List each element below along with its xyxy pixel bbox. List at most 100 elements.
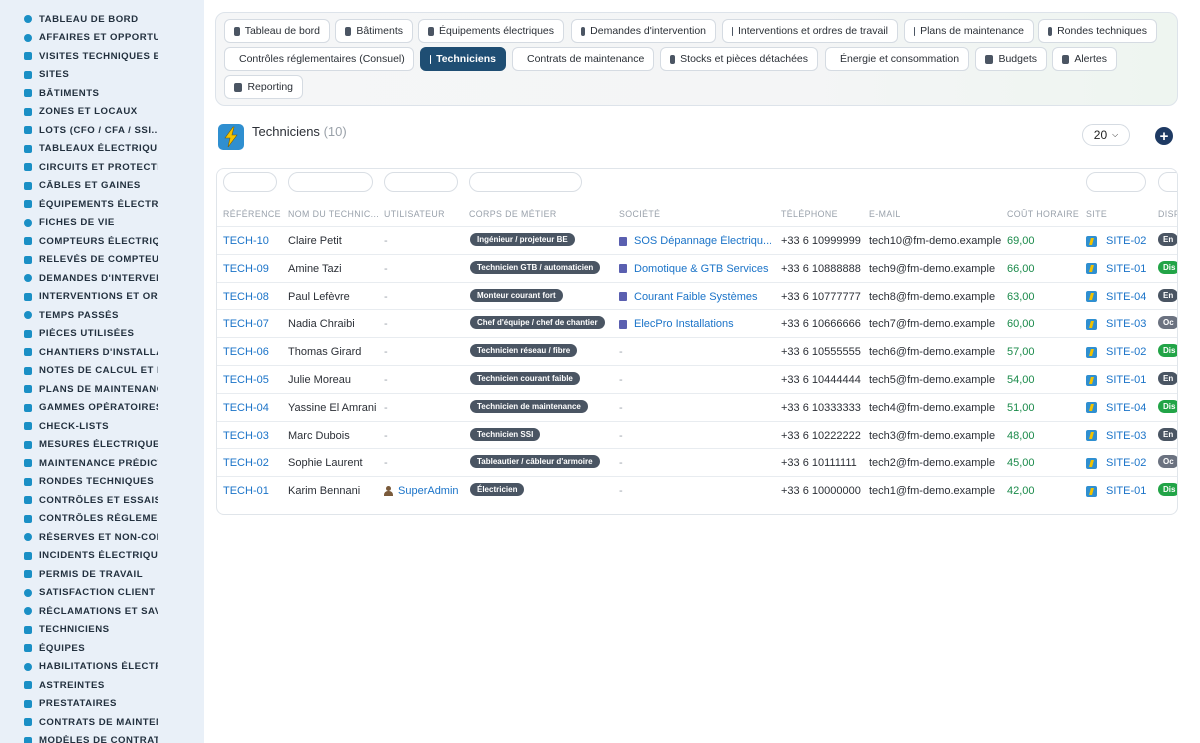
sidebar-item[interactable]: PRESTATAIRES — [0, 695, 158, 714]
site-link[interactable]: SITE-04 — [1086, 291, 1146, 303]
site-link[interactable]: SITE-04 — [1086, 402, 1146, 414]
sidebar-item[interactable]: CHANTIERS D'INSTALLAT — [0, 343, 158, 362]
site-link[interactable]: SITE-02 — [1086, 346, 1146, 358]
sidebar-item[interactable]: MESURES ÉLECTRIQUES — [0, 436, 158, 455]
company-link[interactable]: Courant Faible Systèmes — [619, 291, 771, 303]
table-row[interactable]: TECH-09 Amine Tazi - Technicien GTB / autom… — [217, 253, 1177, 282]
tab[interactable]: Contrôles réglementaires (Consuel) — [224, 47, 414, 71]
table-row[interactable]: TECH-05 Julie Moreau - Technicien courant f… — [217, 365, 1177, 393]
column-header[interactable]: NOM DU TECHNIC... — [288, 209, 378, 219]
table-row[interactable]: TECH-04 Yassine El Amrani - Technicien de m… — [217, 392, 1177, 421]
sidebar-item[interactable]: RÉSERVES ET NON-CONF — [0, 528, 158, 547]
table-row[interactable]: TECH-08 Paul Lefèvre - Monteur courant fort… — [217, 281, 1177, 310]
sidebar-item[interactable]: PIÈCES UTILISÉES — [0, 325, 158, 344]
site-link[interactable]: SITE-03 — [1086, 430, 1146, 442]
sidebar-item[interactable]: INCIDENTS ÉLECTRIQUES — [0, 547, 158, 566]
sidebar-item[interactable]: AFFAIRES ET OPPORTUN — [0, 29, 158, 48]
sidebar-item[interactable]: DEMANDES D'INTERVENT — [0, 269, 158, 288]
sidebar-item[interactable]: COMPTEURS ÉLECTRIQU — [0, 232, 158, 251]
reference-link[interactable]: TECH-05 — [223, 374, 269, 386]
sidebar-item[interactable]: PLANS DE MAINTENANCE — [0, 380, 158, 399]
sidebar-item[interactable]: NOTES DE CALCUL ET ÉT — [0, 362, 158, 381]
sidebar-item[interactable]: RELEVÉS DE COMPTEURS — [0, 251, 158, 270]
site-link[interactable]: SITE-01 — [1086, 374, 1146, 386]
filter-corps-input[interactable] — [469, 172, 582, 192]
tab[interactable]: Interventions et ordres de travail — [722, 19, 898, 43]
tab[interactable]: Tableau de bord — [224, 19, 330, 43]
site-link[interactable]: SITE-02 — [1086, 235, 1146, 247]
site-link[interactable]: SITE-01 — [1086, 263, 1146, 275]
sidebar-item[interactable]: ZONES ET LOCAUX — [0, 103, 158, 122]
sidebar-item[interactable]: CONTRÔLES ET ESSAIS — [0, 491, 158, 510]
sidebar-item[interactable]: ÉQUIPES — [0, 639, 158, 658]
sidebar-item[interactable]: CHECK-LISTS — [0, 417, 158, 436]
reference-link[interactable]: TECH-08 — [223, 291, 269, 303]
tab[interactable]: Reporting — [224, 75, 303, 99]
per-page-select[interactable]: 20 ⌵ — [1082, 124, 1130, 146]
sidebar-item[interactable]: LOTS (CFO / CFA / SSI...) — [0, 121, 158, 140]
reference-link[interactable]: TECH-02 — [223, 457, 269, 469]
site-link[interactable]: SITE-02 — [1086, 457, 1146, 469]
company-link[interactable]: SOS Dépannage Électriqu... — [619, 235, 771, 247]
tab[interactable]: Bâtiments — [335, 19, 413, 43]
sidebar-item[interactable]: TABLEAUX ÉLECTRIQUES — [0, 140, 158, 159]
sidebar-item[interactable]: CIRCUITS ET PROTECTIO — [0, 158, 158, 177]
table-row[interactable]: TECH-01 Karim Bennani SuperAdmin Électricie… — [217, 476, 1177, 504]
column-header[interactable]: CORPS DE MÉTIER — [469, 209, 557, 219]
sidebar-item[interactable]: PERMIS DE TRAVAIL — [0, 565, 158, 584]
sidebar-item[interactable]: TEMPS PASSÉS — [0, 306, 158, 325]
add-technician-button[interactable]: + — [1155, 127, 1173, 145]
reference-link[interactable]: TECH-06 — [223, 346, 269, 358]
sidebar-item[interactable]: CONTRÔLES RÉGLEMENT — [0, 510, 158, 529]
tab[interactable]: Stocks et pièces détachées — [660, 47, 818, 71]
tab[interactable]: Demandes d'intervention — [571, 19, 716, 43]
column-header[interactable]: E-MAIL — [869, 209, 901, 219]
user-link[interactable]: SuperAdmin — [384, 485, 459, 497]
sidebar-item[interactable]: MODÈLES DE CONTRATS — [0, 732, 158, 743]
tab[interactable]: Alertes — [1052, 47, 1117, 71]
filter-utilisateur-input[interactable] — [384, 172, 458, 192]
sidebar-item[interactable]: CONTRATS DE MAINTENA — [0, 713, 158, 732]
column-header[interactable]: DISP — [1158, 209, 1177, 219]
table-row[interactable]: TECH-10 Claire Petit - Ingénieur / projeteu… — [217, 226, 1177, 254]
reference-link[interactable]: TECH-04 — [223, 402, 269, 414]
sidebar-item[interactable]: BÂTIMENTS — [0, 84, 158, 103]
sidebar-item[interactable]: RONDES TECHNIQUES — [0, 473, 158, 492]
filter-reference-input[interactable] — [223, 172, 277, 192]
filter-site-input[interactable] — [1086, 172, 1146, 192]
sidebar-item[interactable]: HABILITATIONS ÉLECTRI — [0, 658, 158, 677]
sidebar-item[interactable]: TABLEAU DE BORD — [0, 10, 158, 29]
sidebar-item[interactable]: RÉCLAMATIONS ET SAV — [0, 602, 158, 621]
reference-link[interactable]: TECH-03 — [223, 430, 269, 442]
tab[interactable]: Énergie et consommation — [825, 47, 969, 71]
column-header[interactable]: TÉLÉPHONE — [781, 209, 838, 219]
table-row[interactable]: TECH-07 Nadia Chraibi - Chef d'équipe / che… — [217, 309, 1177, 337]
filter-nom-input[interactable] — [288, 172, 373, 192]
table-row[interactable]: TECH-06 Thomas Girard - Technicien réseau /… — [217, 337, 1177, 365]
column-header[interactable]: UTILISATEUR — [384, 209, 445, 219]
column-header[interactable]: SITE — [1086, 209, 1107, 219]
reference-link[interactable]: TECH-10 — [223, 235, 269, 247]
column-header[interactable]: RÉFÉRENCE — [223, 209, 281, 219]
company-link[interactable]: ElecPro Installations — [619, 318, 771, 330]
reference-link[interactable]: TECH-07 — [223, 318, 269, 330]
sidebar-item[interactable]: ÉQUIPEMENTS ÉLECTRIQ — [0, 195, 158, 214]
sidebar-item[interactable]: SATISFACTION CLIENT — [0, 584, 158, 603]
sidebar-item[interactable]: GAMMES OPÉRATOIRES — [0, 399, 158, 418]
sidebar-item[interactable]: VISITES TECHNIQUES ET — [0, 47, 158, 66]
filter-disponibilite-input[interactable] — [1158, 172, 1177, 192]
sidebar-item[interactable]: FICHES DE VIE — [0, 214, 158, 233]
reference-link[interactable]: TECH-01 — [223, 485, 269, 497]
tab[interactable]: Plans de maintenance — [904, 19, 1034, 43]
sidebar-item[interactable]: MAINTENANCE PRÉDICTI — [0, 454, 158, 473]
sidebar-item[interactable]: INTERVENTIONS ET ORDI — [0, 288, 158, 307]
tab[interactable]: Budgets — [975, 47, 1047, 71]
tab[interactable]: Rondes techniques — [1038, 19, 1157, 43]
column-header[interactable]: SOCIÉTÉ — [619, 209, 660, 219]
tab[interactable]: Contrats de maintenance — [512, 47, 654, 71]
column-header[interactable]: COÛT HORAIRE — [1007, 209, 1079, 219]
company-link[interactable]: Domotique & GTB Services — [619, 263, 771, 275]
table-row[interactable]: TECH-02 Sophie Laurent - Tableautier / câbl… — [217, 448, 1177, 476]
site-link[interactable]: SITE-03 — [1086, 318, 1146, 330]
table-row[interactable]: TECH-03 Marc Dubois - Technicien SSI - +33 6 … — [217, 420, 1177, 449]
